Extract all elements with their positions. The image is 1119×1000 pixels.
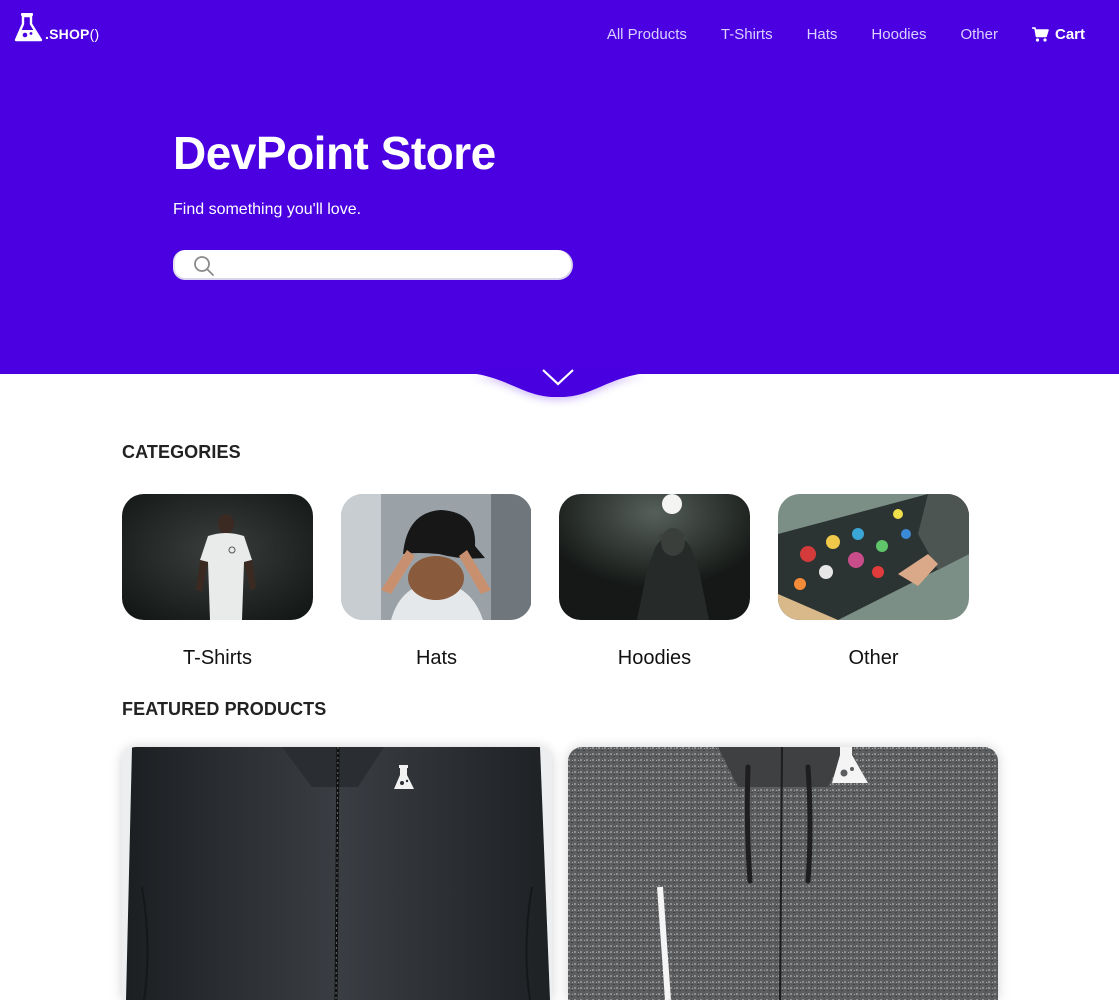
category-card-other[interactable] [778, 494, 969, 620]
flask-icon [14, 13, 43, 42]
product-image [568, 747, 998, 1000]
nav-hats[interactable]: Hats [807, 26, 838, 43]
category-label-other[interactable]: Other [778, 647, 969, 670]
nav-hoodies[interactable]: Hoodies [871, 26, 926, 43]
nav-other[interactable]: Other [960, 26, 998, 43]
category-card-hats[interactable] [341, 494, 532, 620]
featured-heading: FEATURED PRODUCTS [122, 699, 327, 719]
nav-all-products[interactable]: All Products [607, 26, 687, 43]
nav-cart[interactable]: Cart [1031, 26, 1085, 43]
category-image-t-shirts [122, 494, 313, 620]
category-label-t-shirts[interactable]: T-Shirts [122, 647, 313, 670]
search-icon [194, 256, 214, 276]
category-image-other [778, 494, 969, 620]
categories-heading: CATEGORIES [122, 442, 241, 462]
site-logo[interactable]: .SHOP() [14, 12, 99, 42]
nav-t-shirts[interactable]: T-Shirts [721, 26, 773, 43]
logo-text: .SHOP() [45, 26, 100, 42]
main-nav: All Products T-Shirts Hats Hoodies Other… [573, 26, 1085, 43]
hero-banner [0, 0, 1119, 374]
category-label-hats[interactable]: Hats [341, 647, 532, 670]
cart-icon [1031, 27, 1049, 42]
product-card[interactable] [568, 747, 998, 1000]
category-image-hats [341, 494, 531, 620]
category-card-hoodies[interactable] [559, 494, 750, 620]
product-image [122, 747, 552, 1000]
category-label-hoodies[interactable]: Hoodies [559, 647, 750, 670]
search-input[interactable] [223, 254, 553, 274]
product-card[interactable] [122, 747, 552, 1000]
search-bar[interactable] [173, 250, 573, 280]
category-image-hoodies [559, 494, 750, 620]
page-title: DevPoint Store [173, 127, 496, 179]
category-card-t-shirts[interactable] [122, 494, 313, 620]
cart-label: Cart [1054, 26, 1085, 43]
hero-subtitle: Find something you'll love. [173, 201, 362, 218]
chevron-down-icon[interactable] [541, 367, 575, 387]
